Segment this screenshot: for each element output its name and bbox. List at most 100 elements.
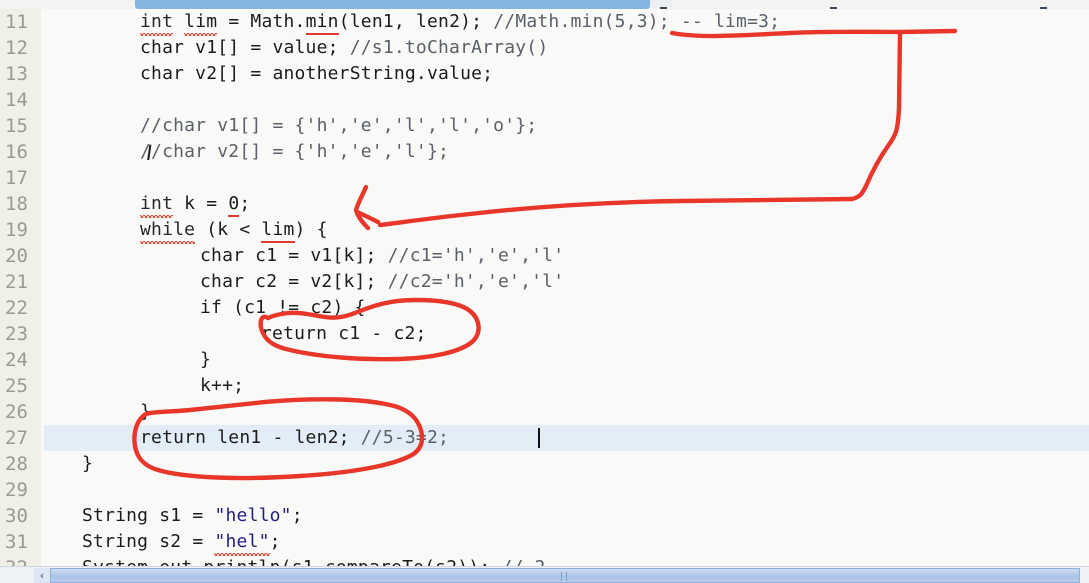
code-surface[interactable]: 11 int lim = Math.min(len1, len2); //Mat… — [0, 9, 1089, 566]
text-caret — [538, 428, 540, 448]
code-line[interactable]: 20 char c1 = v1[k]; //c1='h','e','l' — [0, 243, 1089, 269]
code-text[interactable]: while (k < lim) { — [140, 217, 328, 244]
line-number: 28 — [5, 453, 28, 475]
line-number: 19 — [5, 219, 28, 241]
code-line[interactable]: 19 while (k < lim) { — [0, 217, 1089, 244]
token-string: "hel" — [214, 529, 270, 556]
code-text[interactable]: String s1 = "hello"; — [82, 503, 303, 529]
code-line[interactable]: 11 int lim = Math.min(len1, len2); //Mat… — [0, 9, 1089, 36]
code-text[interactable]: char c1 = v1[k]; //c1='h','e','l' — [200, 243, 564, 269]
code-line[interactable]: 26 } — [0, 399, 1089, 425]
token-comment: //c2='h','e','l' — [387, 271, 565, 292]
code-line[interactable]: 29 — [0, 477, 1089, 503]
code-line[interactable]: 12 char v1[] = value; //s1.toCharArray() — [0, 35, 1089, 61]
code-line[interactable]: 31 String s2 = "hel"; — [0, 529, 1089, 556]
token-var-lim: lim — [184, 9, 218, 36]
code-text[interactable]: } — [82, 451, 93, 477]
code-text[interactable]: } — [140, 399, 151, 425]
token-end: ; — [239, 193, 251, 214]
line-number: 20 — [5, 245, 28, 267]
scroll-left-icon[interactable]: ‹ — [34, 568, 50, 583]
line-number: 29 — [5, 479, 28, 501]
line-number: 16 — [5, 141, 28, 163]
code-text[interactable]: System.out.println(s1.compareTo(s2)); //… — [82, 555, 546, 566]
token-args: (len1, len2); — [338, 11, 494, 32]
line-number: 26 — [5, 401, 28, 423]
token-keyword-int: int — [140, 9, 174, 36]
code-text[interactable]: char v2[] = anotherString.value; — [140, 61, 493, 87]
code-text[interactable]: int k = 0; — [140, 191, 251, 218]
code-line[interactable]: 25 k++; — [0, 373, 1089, 399]
token-string: "hello" — [214, 505, 292, 526]
horizontal-scrollbar[interactable]: ‹ — [0, 566, 1089, 583]
token-end: ; — [291, 505, 303, 526]
token-keyword-while: while — [140, 217, 196, 244]
code-text[interactable]: String s2 = "hel"; — [82, 529, 281, 556]
token-end: ; — [269, 531, 281, 552]
code-text[interactable]: //char v2[] = {'h','e','l'}; — [140, 139, 449, 165]
token-main: char v1[] = value; — [140, 37, 350, 58]
token-var-lim: lim — [261, 217, 295, 243]
token-pre: String s1 = — [82, 505, 215, 526]
line-number: 12 — [5, 37, 28, 59]
code-line[interactable]: 22 if (c1 != c2) { — [0, 295, 1089, 321]
token-number-zero: 0 — [228, 191, 240, 217]
code-text[interactable]: int lim = Math.min(len1, len2); //Math.m… — [140, 9, 781, 36]
scrollbar-grip-icon — [561, 572, 570, 581]
token-comment: //5-3=2; — [360, 427, 450, 448]
code-line[interactable]: 30 String s1 = "hello"; — [0, 503, 1089, 529]
code-line[interactable]: 32 System.out.println(s1.compareTo(s2));… — [0, 555, 1089, 566]
token-keyword-int: int — [140, 191, 174, 218]
line-number: 13 — [5, 63, 28, 85]
line-number: 32 — [0, 555, 33, 566]
line-number: 15 — [5, 115, 28, 137]
code-text[interactable]: if (c1 != c2) { — [200, 295, 366, 321]
code-line[interactable]: 18 int k = 0; — [0, 191, 1089, 218]
code-text[interactable]: char v1[] = value; //s1.toCharArray() — [140, 35, 548, 61]
token-comment: //c1='h','e','l' — [387, 245, 565, 266]
code-line[interactable]: 14 — [0, 87, 1089, 113]
code-text[interactable]: k++; — [200, 373, 244, 399]
token-end: ) { — [294, 219, 328, 240]
code-text[interactable]: return c1 - c2; — [261, 321, 427, 347]
code-line[interactable]: 16 //char v2[] = {'h','e','l'}; I — [0, 139, 1089, 165]
token-main: System.out.println(s1.compareTo(s2)); — [82, 557, 501, 566]
code-line-active[interactable]: 27 return len1 - len2; //5-3=2; — [0, 425, 1089, 451]
code-line[interactable]: 21 char c2 = v2[k]; //c2='h','e','l' — [0, 269, 1089, 295]
token-mid: k = — [173, 193, 229, 214]
code-text[interactable]: char c2 = v2[k]; //c2='h','e','l' — [200, 269, 564, 295]
token-main: char c1 = v1[k]; — [200, 245, 388, 266]
line-number: 22 — [5, 297, 28, 319]
code-line[interactable]: 15 //char v1[] = {'h','e','l','l','o'}; — [0, 113, 1089, 139]
scrollbar-thumb[interactable] — [50, 568, 1080, 583]
code-editor-window: 11 int lim = Math.min(len1, len2); //Mat… — [0, 0, 1089, 583]
code-line[interactable]: 24 } — [0, 347, 1089, 373]
line-number: 11 — [5, 11, 28, 33]
line-number: 18 — [5, 193, 28, 215]
code-line[interactable]: 17 — [0, 165, 1089, 191]
line-number: 31 — [5, 531, 28, 553]
line-number: 30 — [5, 505, 28, 527]
token-mid: (k < — [195, 219, 262, 240]
token-main: char c2 = v2[k]; — [200, 271, 388, 292]
token-main: return len1 - len2; — [140, 427, 361, 448]
code-line[interactable]: 28 } — [0, 451, 1089, 477]
token-rest: = Math. — [217, 11, 306, 32]
token-pre: String s2 = — [82, 531, 215, 552]
line-number: 25 — [5, 375, 28, 397]
code-text[interactable]: } — [200, 347, 211, 373]
code-text[interactable]: //char v1[] = {'h','e','l','l','o'}; — [140, 113, 537, 139]
editor-viewport[interactable]: 11 int lim = Math.min(len1, len2); //Mat… — [0, 9, 1089, 566]
token-comment: //Math.min(5,3); -- lim=3; — [493, 11, 781, 32]
line-number: 27 — [5, 427, 28, 449]
token-comment: // 2 — [501, 557, 545, 566]
line-number: 23 — [5, 323, 28, 345]
code-line[interactable]: 13 char v2[] = anotherString.value; — [0, 61, 1089, 87]
line-number: 24 — [5, 349, 28, 371]
line-number: 14 — [5, 89, 28, 111]
line-number: 21 — [5, 271, 28, 293]
line-number: 17 — [5, 167, 28, 189]
code-text[interactable]: return len1 - len2; //5-3=2; — [140, 425, 449, 451]
token-comment: //s1.toCharArray() — [349, 37, 549, 58]
code-line[interactable]: 23 return c1 - c2; — [0, 321, 1089, 347]
